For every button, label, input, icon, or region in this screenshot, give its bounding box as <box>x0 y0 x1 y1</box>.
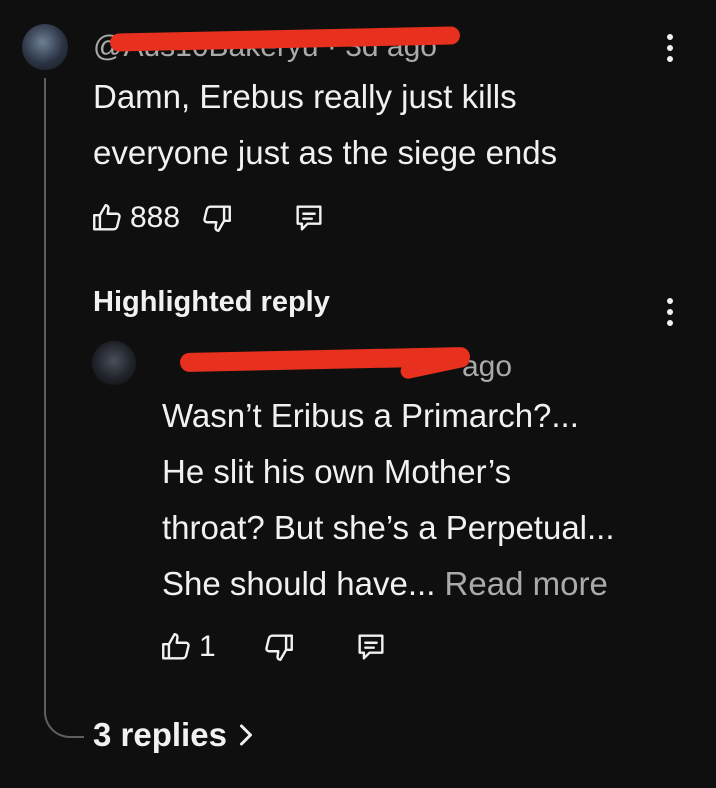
comment-text: Damn, Erebus really just kills everyone … <box>93 69 557 181</box>
view-replies-button[interactable]: 3 replies <box>93 716 257 754</box>
like-count: 1 <box>199 630 216 663</box>
reply-line: She should have... Read more <box>162 565 608 602</box>
more-vert-icon[interactable] <box>666 34 674 64</box>
replies-count-label: 3 replies <box>93 716 227 753</box>
reply-line: Wasn’t Eribus a Primarch?... <box>162 397 579 434</box>
comment-icon[interactable] <box>292 201 326 235</box>
more-vert-icon[interactable] <box>666 298 674 328</box>
chevron-right-icon <box>235 720 257 750</box>
reply-actions: 1 <box>159 630 388 664</box>
commenter-avatar[interactable] <box>22 24 68 70</box>
comment-actions: 888 <box>90 201 326 235</box>
thumbs-up-icon[interactable] <box>90 201 124 235</box>
highlighted-reply-label: Highlighted reply <box>93 286 330 318</box>
thumbs-down-icon[interactable] <box>262 630 296 664</box>
read-more-link[interactable]: Read more <box>445 565 608 602</box>
comment-icon[interactable] <box>354 630 388 664</box>
comment-line: Damn, Erebus really just kills <box>93 78 517 115</box>
thumbs-down-icon[interactable] <box>200 201 234 235</box>
like-count: 888 <box>130 201 181 234</box>
reply-line: throat? But she’s a Perpetual... <box>162 509 615 546</box>
thread-line <box>44 78 84 738</box>
reply-avatar[interactable] <box>92 341 136 385</box>
thumbs-up-icon[interactable] <box>159 630 193 664</box>
comment-line: everyone just as the siege ends <box>93 134 558 171</box>
reply-line: He slit his own Mother’s <box>162 453 512 490</box>
reply-text: Wasn’t Eribus a Primarch?... He slit his… <box>162 388 615 612</box>
